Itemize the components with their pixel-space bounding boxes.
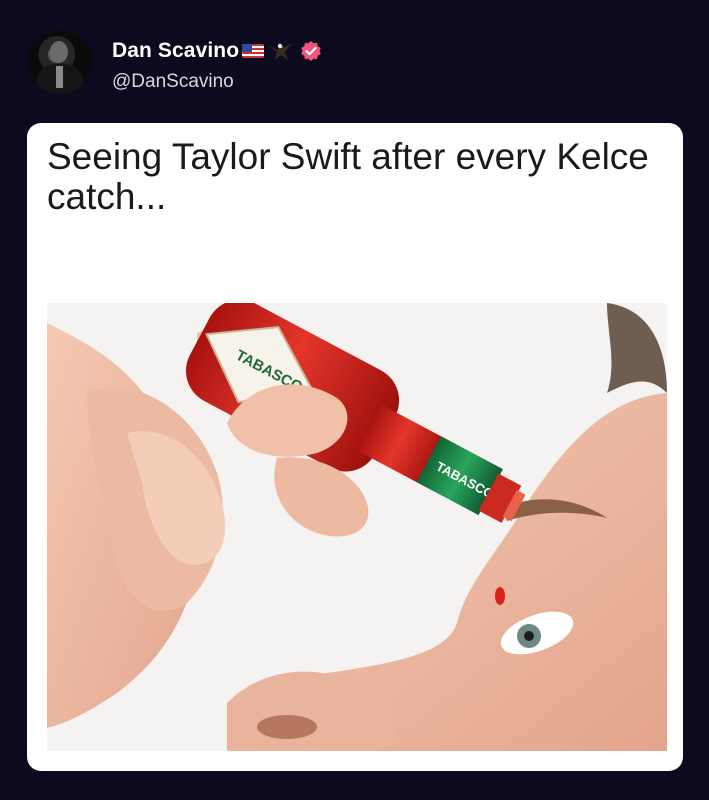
verified-badge-icon bbox=[301, 41, 321, 61]
eagle-icon bbox=[268, 43, 293, 60]
us-flag-icon bbox=[242, 44, 265, 58]
avatar[interactable] bbox=[28, 30, 92, 94]
meme-caption: Seeing Taylor Swift after every Kelce ca… bbox=[47, 136, 649, 217]
author-name[interactable]: Dan Scavino bbox=[112, 39, 239, 63]
author-handle[interactable]: @DanScavino bbox=[112, 71, 234, 93]
media-card[interactable]: Seeing Taylor Swift after every Kelce ca… bbox=[27, 123, 683, 771]
author-row: Dan Scavino bbox=[112, 38, 322, 64]
tabasco-eyedrop-photo[interactable]: TABASCO TABASCO bbox=[47, 303, 667, 751]
post-header: Dan Scavino @DanScavino bbox=[28, 30, 668, 98]
